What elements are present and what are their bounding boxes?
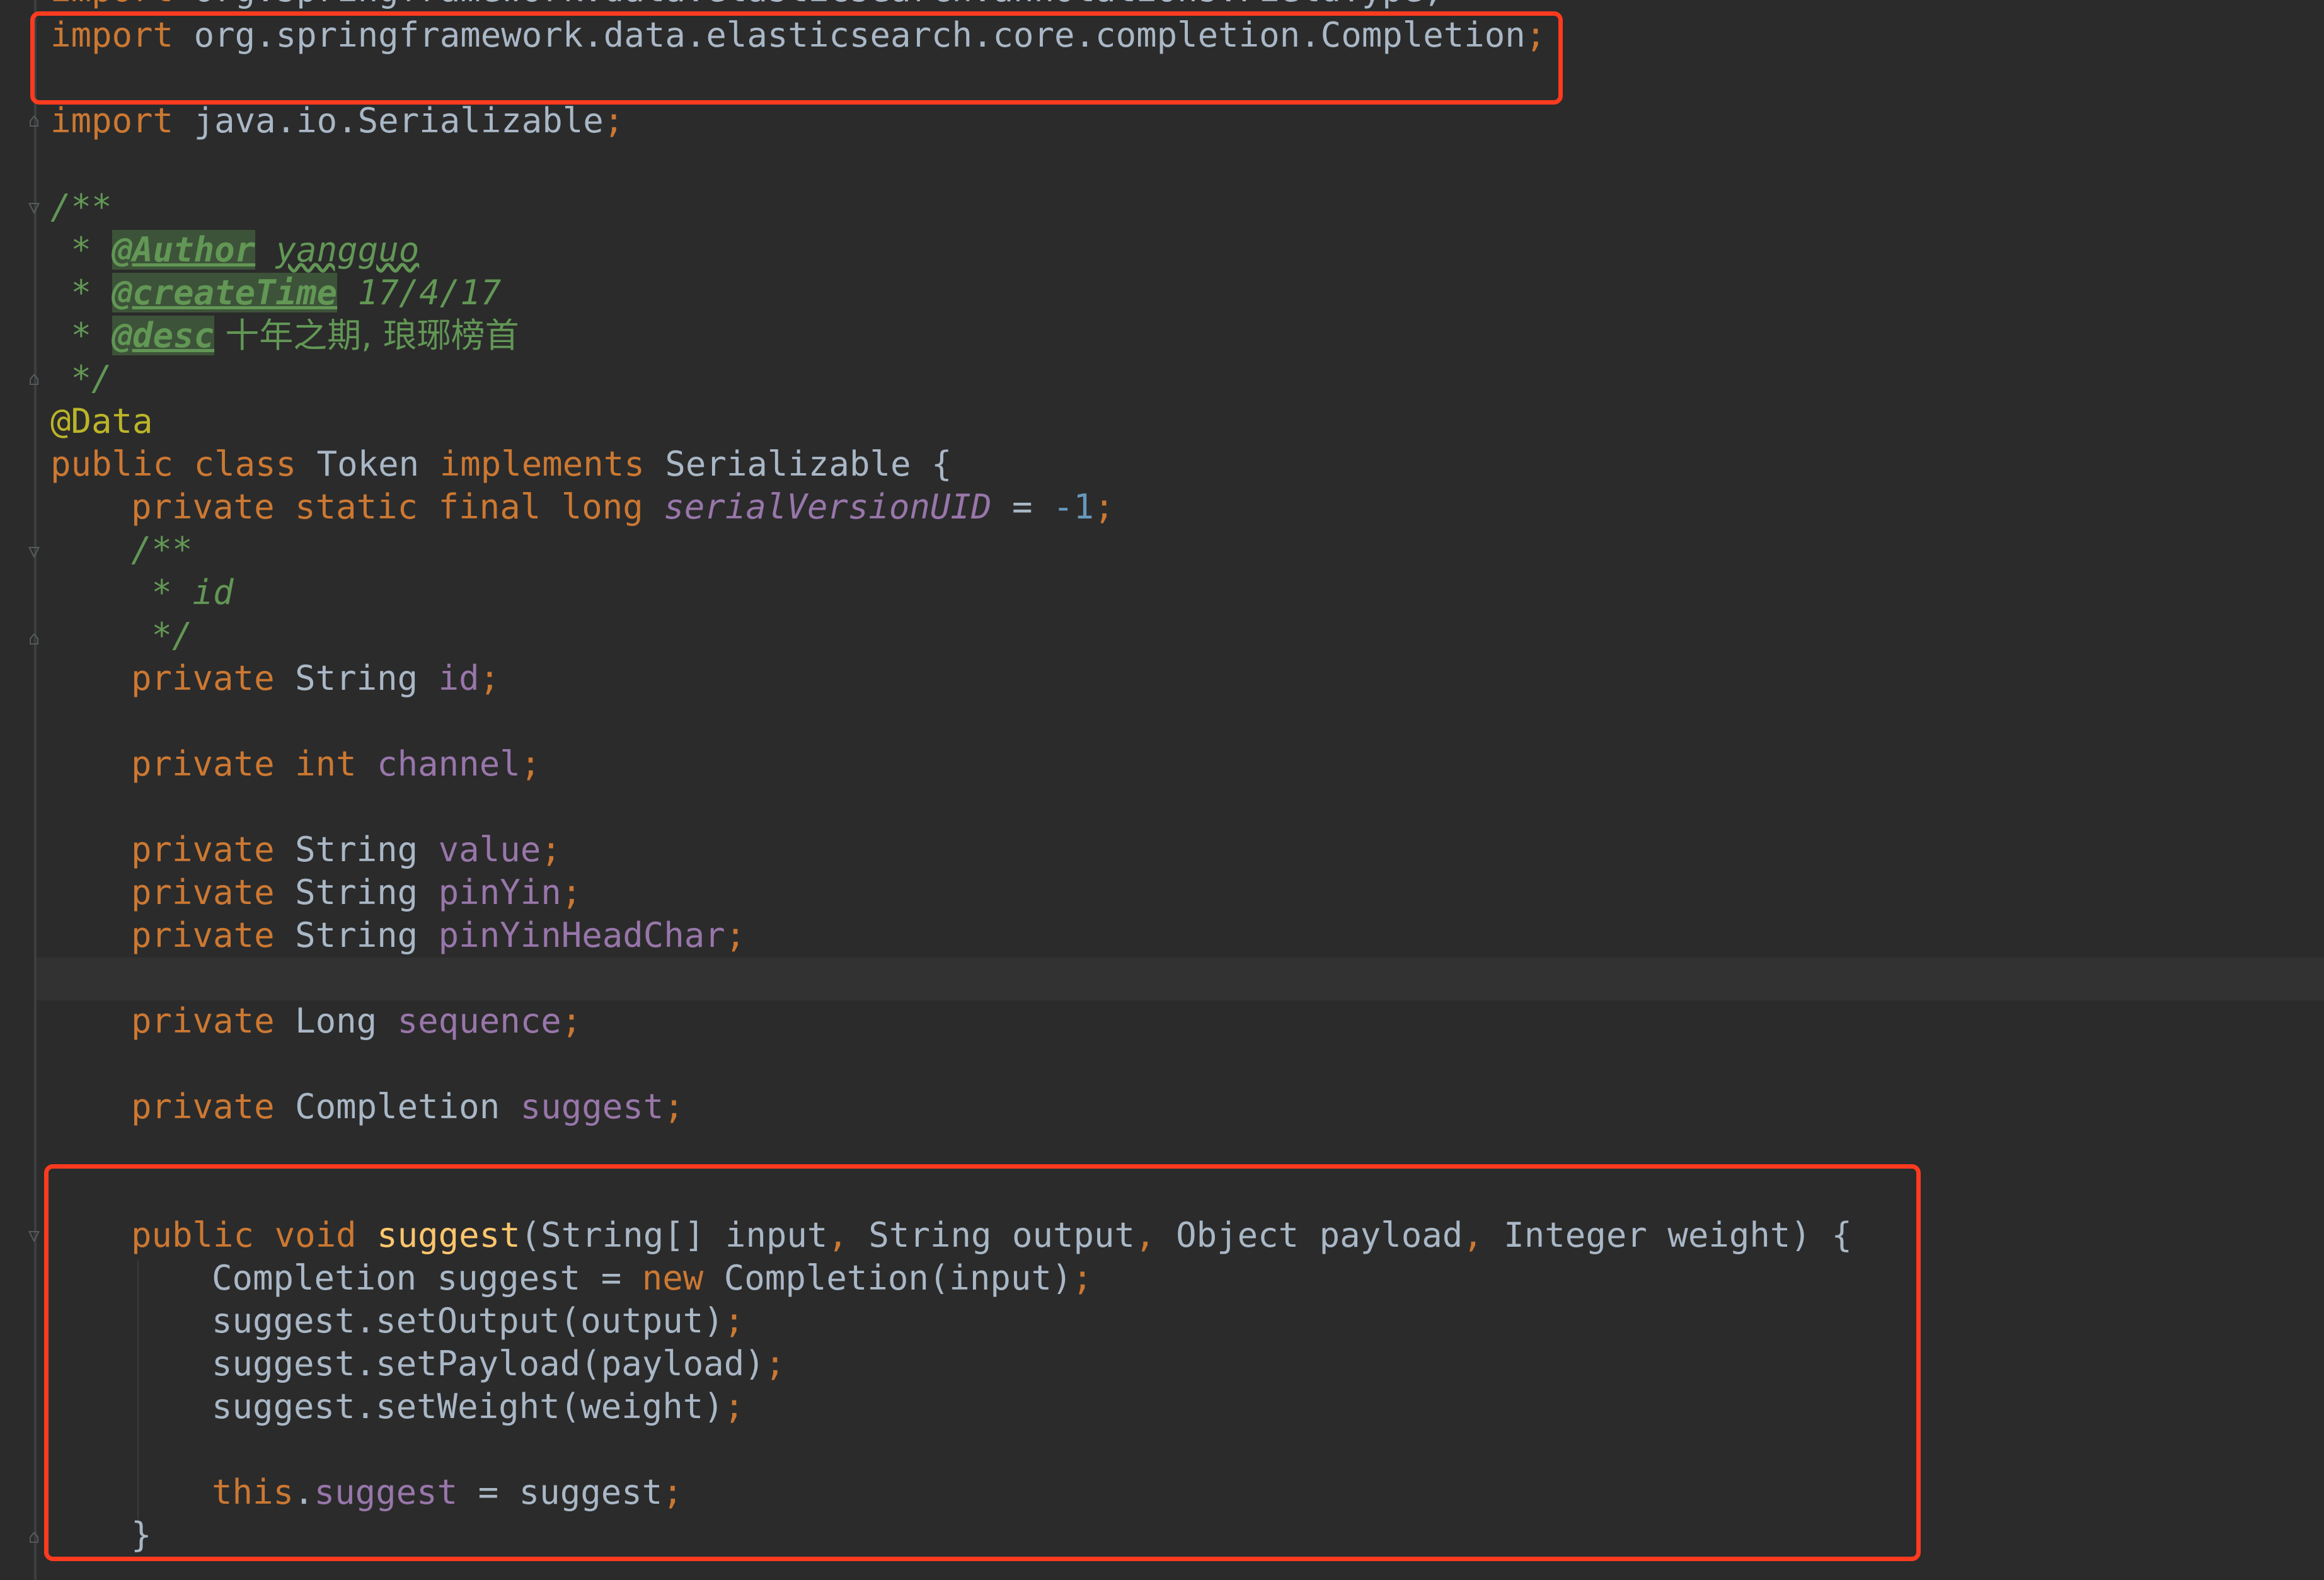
code-editor[interactable]: ⌂ ▽ ⌂ ▽ ⌂ ▽ ⌂ import org.springframework… xyxy=(0,0,2324,1580)
type-name: String xyxy=(295,658,439,698)
doc-desc-line[interactable]: * @desc 十年之期, 琅琊榜首 xyxy=(50,314,519,357)
field-name: id xyxy=(438,658,480,698)
keyword: private xyxy=(131,1087,296,1126)
keyword: private xyxy=(131,830,296,869)
editor-gutter xyxy=(0,0,35,1580)
code-line-import-serializable[interactable]: import java.io.Serializable; xyxy=(50,100,624,142)
doc-comment-close[interactable]: */ xyxy=(50,357,112,400)
field-pinyin[interactable]: private String pinYin; xyxy=(131,871,582,914)
current-line-highlight xyxy=(37,958,2324,1000)
keyword: private xyxy=(131,658,296,698)
type-name: Completion xyxy=(295,1087,521,1126)
number: -1 xyxy=(1053,487,1095,527)
type-name: Long xyxy=(295,1001,398,1041)
field-channel[interactable]: private int channel; xyxy=(131,743,541,786)
field-id[interactable]: private String id; xyxy=(131,657,500,700)
highlight-box-import xyxy=(30,11,1563,105)
doc-author-line[interactable]: * @Author yangguo xyxy=(50,229,419,272)
field-sequence[interactable]: private Long sequence; xyxy=(131,1000,582,1043)
semicolon: ; xyxy=(1094,487,1115,527)
class-declaration[interactable]: public class Token implements Serializab… xyxy=(50,443,952,486)
field-name: suggest xyxy=(520,1087,664,1126)
doc-comment-open[interactable]: /** xyxy=(131,529,193,571)
class-name: Token xyxy=(316,444,440,484)
doc-tag: @desc xyxy=(112,316,215,355)
field-value[interactable]: private String value; xyxy=(131,828,561,871)
keyword: import xyxy=(50,101,174,140)
keyword: implements xyxy=(439,444,665,484)
fold-marker-icon[interactable]: ⌂ xyxy=(24,367,44,392)
semicolon: ; xyxy=(664,1087,684,1126)
fold-marker-icon[interactable]: ▽ xyxy=(24,539,44,564)
doc-tag: @Author xyxy=(112,230,256,270)
interface-name: Serializable { xyxy=(665,444,952,484)
import-path: java.io.Serializable xyxy=(173,101,604,140)
doc-comment-body[interactable]: * id xyxy=(131,571,234,614)
semicolon: ; xyxy=(541,830,561,869)
field-suggest[interactable]: private Completion suggest; xyxy=(131,1085,684,1128)
semicolon: ; xyxy=(725,915,746,955)
semicolon: ; xyxy=(561,1001,582,1041)
doc-tag: @createTime xyxy=(112,273,338,312)
doc-value: 十年之期, 琅琊榜首 xyxy=(214,316,519,355)
fold-marker-icon[interactable]: ⌂ xyxy=(24,1525,44,1550)
keyword: private xyxy=(131,873,296,912)
doc-comment-open[interactable]: /** xyxy=(50,186,112,229)
fold-marker-icon[interactable]: ▽ xyxy=(24,195,44,220)
keyword: private int xyxy=(131,744,377,784)
doc-createtime-line[interactable]: * @createTime 17/4/17 xyxy=(50,272,501,314)
semicolon: ; xyxy=(520,744,541,784)
field-name: channel xyxy=(377,744,521,784)
field-name: serialVersionUID xyxy=(664,487,992,527)
keyword: import xyxy=(50,0,173,9)
field-name: sequence xyxy=(397,1001,561,1041)
fold-marker-icon[interactable]: ▽ xyxy=(24,1223,44,1249)
operator: = xyxy=(991,487,1053,527)
field-name: pinYin xyxy=(438,873,561,912)
semicolon: ; xyxy=(561,873,582,912)
code-line-cut: import org.springframework.data.elastics… xyxy=(50,0,1444,11)
doc-value: yangguo xyxy=(275,230,420,270)
fold-marker-icon[interactable]: ⌂ xyxy=(24,626,44,651)
semicolon: ; xyxy=(479,658,500,698)
keyword: public class xyxy=(50,444,317,484)
annotation-data[interactable]: @Data xyxy=(50,400,153,443)
keyword: private xyxy=(131,915,296,955)
fold-marker-icon[interactable]: ⌂ xyxy=(24,108,44,134)
doc-comment-close[interactable]: */ xyxy=(131,614,193,657)
field-serial-version[interactable]: private static final long serialVersionU… xyxy=(131,486,1115,529)
type-name: String xyxy=(295,873,439,912)
field-name: pinYinHeadChar xyxy=(438,915,725,955)
type-name: String xyxy=(295,915,439,955)
field-name: value xyxy=(438,830,541,869)
import-path: org.springframework.data.elasticsearch.a… xyxy=(173,0,1444,9)
doc-star: * xyxy=(50,230,112,270)
type-name: String xyxy=(295,830,439,869)
semicolon: ; xyxy=(603,101,624,140)
keyword: private static final long xyxy=(131,487,664,527)
highlight-box-method xyxy=(44,1164,1921,1561)
field-pinyin-head-char[interactable]: private String pinYinHeadChar; xyxy=(131,914,745,957)
gutter-divider xyxy=(34,0,37,1580)
doc-star: * xyxy=(50,273,112,312)
doc-value: 17/4/17 xyxy=(337,273,502,312)
doc-star: * xyxy=(50,316,112,355)
keyword: private xyxy=(131,1001,296,1041)
